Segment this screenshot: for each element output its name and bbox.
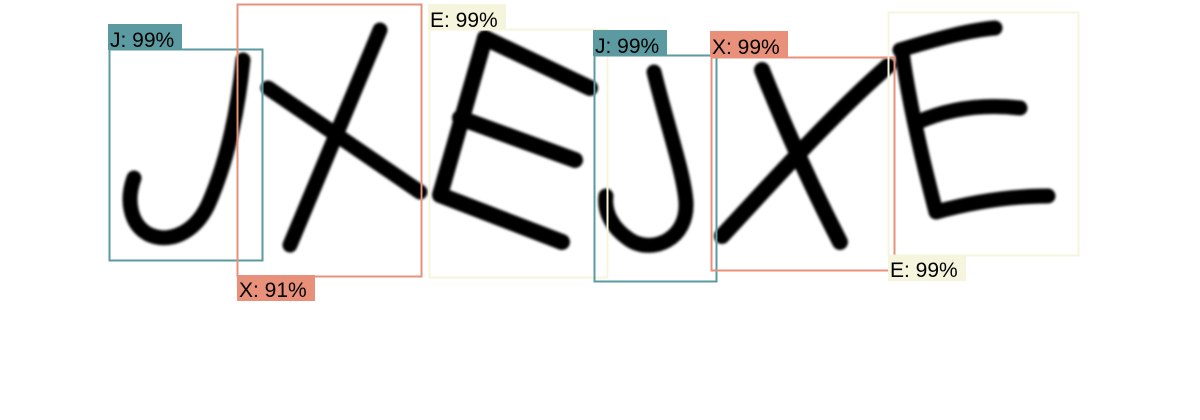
- label-text: J: 99%: [595, 35, 659, 58]
- captcha-image: J: 99% X: 91% E: 99% J: 99% X: 99% E: 99…: [108, 3, 1080, 302]
- detection-label: J: 99%: [593, 30, 667, 58]
- detection-label: E: 99%: [888, 255, 966, 282]
- detection-canvas: J: 99% X: 91% E: 99% J: 99% X: 99% E: 99…: [0, 0, 1200, 420]
- glyph-e-2: [892, 20, 1056, 220]
- glyph-j-2: [598, 64, 694, 253]
- glyph-e-1: [432, 30, 598, 250]
- detection-label: X: 91%: [237, 275, 315, 302]
- detection-label: J: 99%: [108, 24, 182, 52]
- label-text: X: 91%: [239, 279, 307, 302]
- glyph-x-2: [714, 58, 896, 250]
- label-text: X: 99%: [712, 36, 780, 59]
- detection-label: E: 99%: [428, 4, 506, 32]
- glyph-j-1: [122, 52, 251, 246]
- label-text: J: 99%: [110, 29, 174, 52]
- detection-label: X: 99%: [710, 31, 788, 59]
- captcha-glyphs: [122, 20, 1056, 253]
- label-text: E: 99%: [430, 9, 498, 32]
- label-text: E: 99%: [890, 259, 958, 282]
- glyph-x-1: [260, 22, 428, 253]
